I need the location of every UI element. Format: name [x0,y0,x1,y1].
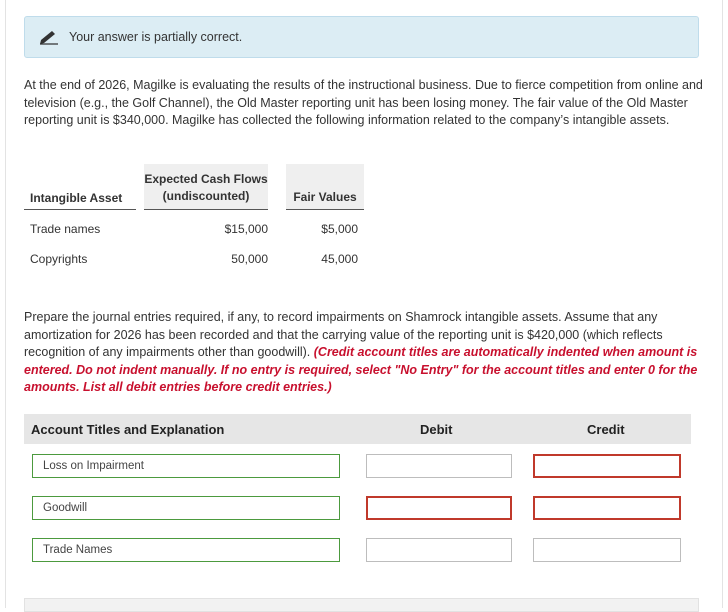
feedback-banner: Your answer is partially correct. [24,16,699,58]
pencil-icon [38,29,60,45]
feedback-message: Your answer is partially correct. [69,30,243,44]
header-credit: Credit [587,422,625,437]
row-asset: Copyrights [30,252,88,266]
row-cash-flows: $15,000 [224,222,268,236]
row-fair-value: $5,000 [321,222,358,236]
account-title-field[interactable]: Loss on Impairment [32,454,340,478]
account-title-field[interactable]: Trade Names [32,538,340,562]
account-title-field[interactable]: Goodwill [32,496,340,520]
next-section-box [24,598,699,612]
journal-header: Account Titles and Explanation Debit Cre… [24,414,691,444]
credit-amount-field[interactable] [533,496,681,520]
debit-amount-field[interactable] [366,454,512,478]
instructions: Prepare the journal entries required, if… [24,309,704,397]
debit-amount-field[interactable] [366,538,512,562]
problem-text: At the end of 2026, Magilke is evaluatin… [24,78,703,128]
header-debit: Debit [420,422,453,437]
row-asset: Trade names [30,222,101,236]
header-expected-cash-flows: Expected Cash Flows (undiscounted) [144,164,268,210]
header-cash-line2: (undiscounted) [162,189,250,203]
header-cash-line1: Expected Cash Flows [144,172,268,186]
credit-amount-field[interactable] [533,454,681,478]
row-cash-flows: 50,000 [231,252,268,266]
header-rule [24,209,136,210]
header-fair-values: Fair Values [286,164,364,210]
row-fair-value: 45,000 [321,252,358,266]
header-account-titles: Account Titles and Explanation [31,422,225,437]
header-intangible-asset: Intangible Asset [30,191,123,205]
credit-amount-field[interactable] [533,538,681,562]
debit-amount-field[interactable] [366,496,512,520]
